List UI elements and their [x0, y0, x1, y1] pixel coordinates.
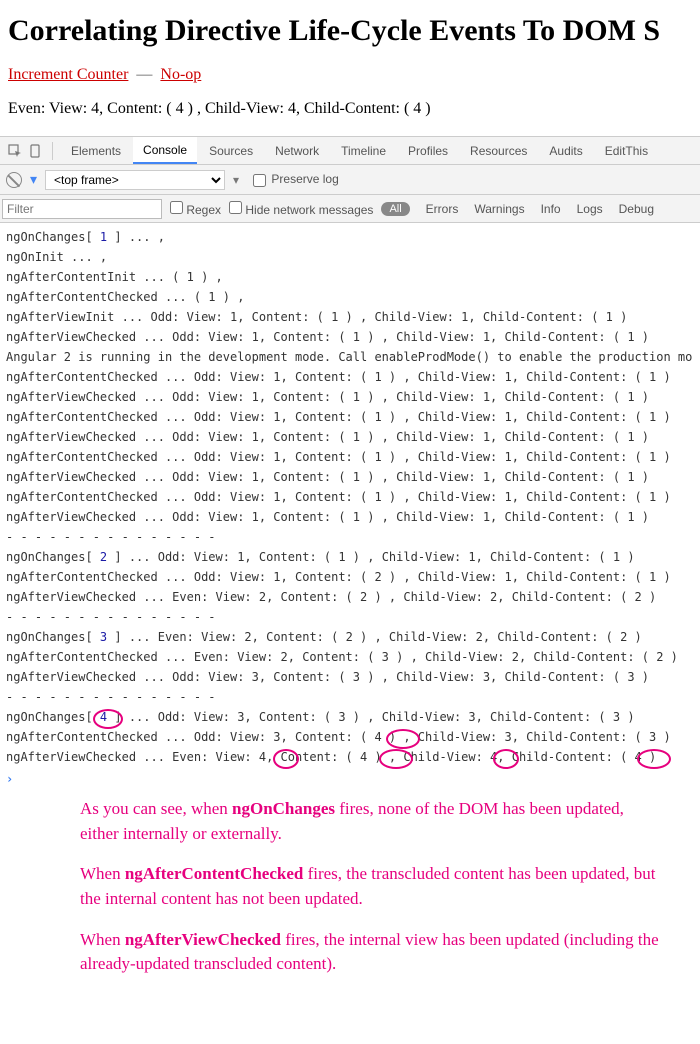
- tab-editthis[interactable]: EditThis: [595, 138, 658, 164]
- tab-audits[interactable]: Audits: [539, 138, 592, 164]
- inspect-icon[interactable]: [6, 142, 24, 160]
- console-line: ngAfterViewChecked ... Odd: View: 1, Con…: [6, 387, 700, 407]
- level-warnings[interactable]: Warnings: [474, 202, 524, 216]
- tab-sources[interactable]: Sources: [199, 138, 263, 164]
- tab-timeline[interactable]: Timeline: [331, 138, 396, 164]
- console-line: ngOnChanges[ 3 ] ... Even: View: 2, Cont…: [6, 627, 700, 647]
- console-line: ngAfterViewChecked ... Odd: View: 1, Con…: [6, 507, 700, 527]
- console-line: ngOnChanges[ 2 ] ... Odd: View: 1, Conte…: [6, 547, 700, 567]
- console-line: ngAfterContentChecked ... ( 1 ) ,: [6, 287, 700, 307]
- tab-console[interactable]: Console: [133, 137, 197, 164]
- divider: [52, 142, 53, 160]
- console-line: Angular 2 is running in the development …: [6, 347, 700, 367]
- level-info[interactable]: Info: [541, 202, 561, 216]
- level-debug[interactable]: Debug: [619, 202, 654, 216]
- console-line: ngAfterViewChecked ... Odd: View: 1, Con…: [6, 327, 700, 347]
- console-line: ngAfterContentChecked ... Odd: View: 1, …: [6, 447, 700, 467]
- console-line: ngAfterViewChecked ... Odd: View: 3, Con…: [6, 667, 700, 687]
- handwritten-annotations: As you can see, when ngOnChanges fires, …: [0, 787, 700, 1013]
- console-line: ngAfterContentInit ... ( 1 ) ,: [6, 267, 700, 287]
- console-line: - - - - - - - - - - - - - - -: [6, 607, 700, 627]
- hide-net-checkbox[interactable]: [229, 201, 242, 214]
- console-line: ngAfterViewChecked ... Odd: View: 1, Con…: [6, 467, 700, 487]
- console-line: ngAfterContentChecked ... Odd: View: 3, …: [6, 727, 700, 747]
- console-line: ngAfterContentChecked ... Odd: View: 1, …: [6, 407, 700, 427]
- regex-label[interactable]: Regex: [170, 201, 221, 217]
- page-title: Correlating Directive Life-Cycle Events …: [8, 14, 700, 48]
- console-line: - - - - - - - - - - - - - - -: [6, 687, 700, 707]
- console-line: ngOnChanges[ 4 ] ... Odd: View: 3, Conte…: [6, 707, 700, 727]
- console-prompt[interactable]: ›: [6, 767, 700, 787]
- tab-profiles[interactable]: Profiles: [398, 138, 458, 164]
- action-links: Increment Counter — No-op: [8, 66, 700, 84]
- tab-network[interactable]: Network: [265, 138, 329, 164]
- devtools-tabbar: ElementsConsoleSourcesNetworkTimelinePro…: [0, 137, 700, 165]
- console-line: ngAfterViewChecked ... Even: View: 4, Co…: [6, 747, 700, 767]
- console-wrap: ngOnChanges[ 1 ] ... ,ngOnInit ... ,ngAf…: [0, 223, 700, 787]
- separator: —: [136, 66, 152, 83]
- level-all-pill[interactable]: All: [381, 202, 409, 216]
- preserve-log-label[interactable]: Preserve log: [247, 172, 339, 186]
- console-line: ngAfterViewChecked ... Even: View: 2, Co…: [6, 587, 700, 607]
- noop-link[interactable]: No-op: [160, 66, 201, 83]
- console-line: ngOnChanges[ 1 ] ... ,: [6, 227, 700, 247]
- annotation-2: When ngAfterContentChecked fires, the tr…: [80, 862, 660, 911]
- console-line: ngAfterContentChecked ... Even: View: 2,…: [6, 647, 700, 667]
- console-line: - - - - - - - - - - - - - - -: [6, 527, 700, 547]
- annotation-1: As you can see, when ngOnChanges fires, …: [80, 797, 660, 846]
- console-line: ngAfterViewChecked ... Odd: View: 1, Con…: [6, 427, 700, 447]
- console-line: ngAfterViewInit ... Odd: View: 1, Conten…: [6, 307, 700, 327]
- status-line: Even: View: 4, Content: ( 4 ) , Child-Vi…: [8, 100, 700, 118]
- console-line: ngOnInit ... ,: [6, 247, 700, 267]
- tab-elements[interactable]: Elements: [61, 138, 131, 164]
- console-line: ngAfterContentChecked ... Odd: View: 1, …: [6, 567, 700, 587]
- increment-link[interactable]: Increment Counter: [8, 66, 128, 83]
- console-toolbar: ▾ <top frame> ▾ Preserve log: [0, 165, 700, 195]
- frame-select[interactable]: <top frame>: [45, 170, 225, 190]
- console-filterbar: Regex Hide network messages All Errors Wa…: [0, 195, 700, 223]
- filter-input[interactable]: [2, 199, 162, 219]
- level-logs[interactable]: Logs: [577, 202, 603, 216]
- console-line: ngAfterContentChecked ... Odd: View: 1, …: [6, 487, 700, 507]
- level-errors[interactable]: Errors: [426, 202, 459, 216]
- preserve-log-checkbox[interactable]: [253, 174, 266, 187]
- console-output: ngOnChanges[ 1 ] ... ,ngOnInit ... ,ngAf…: [0, 223, 700, 787]
- regex-checkbox[interactable]: [170, 201, 183, 214]
- annotation-3: When ngAfterViewChecked fires, the inter…: [80, 928, 660, 977]
- clear-console-icon[interactable]: [6, 172, 22, 188]
- devtools-panel: ElementsConsoleSourcesNetworkTimelinePro…: [0, 136, 700, 787]
- tab-resources[interactable]: Resources: [460, 138, 537, 164]
- filter-icon[interactable]: ▾: [30, 171, 37, 188]
- hide-net-label[interactable]: Hide network messages: [229, 201, 373, 217]
- device-icon[interactable]: [26, 142, 44, 160]
- console-line: ngAfterContentChecked ... Odd: View: 1, …: [6, 367, 700, 387]
